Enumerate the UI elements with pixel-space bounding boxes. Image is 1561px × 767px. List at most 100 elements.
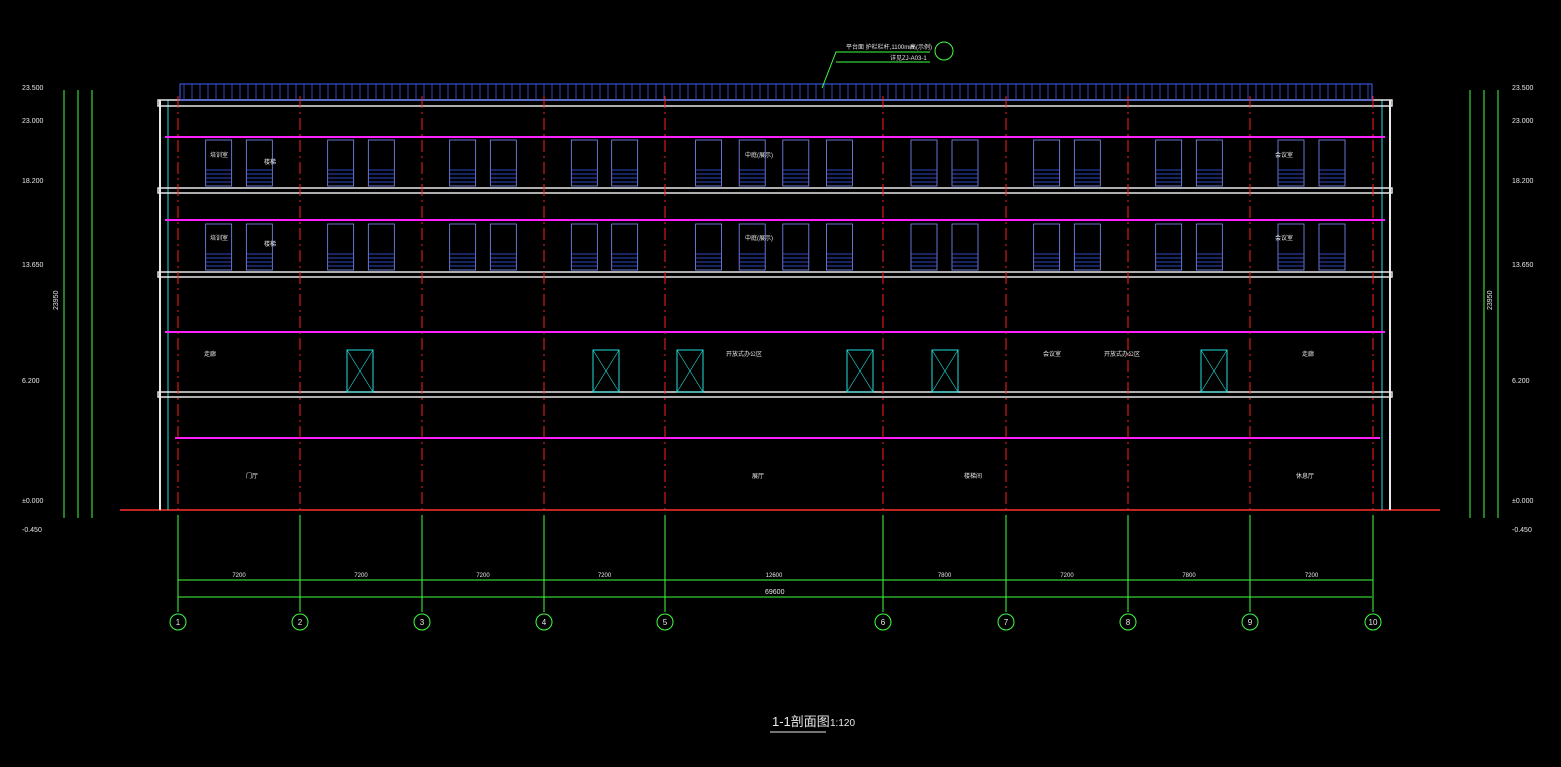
axis-label: 5	[663, 618, 668, 627]
span-dimension-text: 7200	[354, 573, 368, 579]
axis-label: 4	[542, 618, 547, 627]
roof-note-line1: 平台面 护栏栏杆,1100mm	[846, 43, 914, 51]
window-frame	[910, 139, 938, 187]
stair-label: 楼梯	[264, 158, 276, 166]
window-frame	[826, 223, 853, 271]
window-frame	[782, 223, 810, 271]
window-frame	[611, 223, 639, 271]
elev-right-2: 18.200	[1512, 178, 1534, 185]
span-dimensions: 7200 7200 7200 7200 12600 7800 7200 7800 7200	[178, 573, 1373, 581]
elev-right-1: 23.000	[1512, 118, 1534, 125]
elev-right-0: 23.500	[1512, 85, 1534, 92]
window-frame	[449, 223, 477, 271]
window-frame	[951, 139, 979, 187]
axis-label: 8	[1126, 618, 1131, 627]
window-frame	[327, 139, 355, 187]
window-frame	[782, 139, 810, 187]
window-frame	[205, 139, 233, 187]
span-dimension-text: 12600	[766, 573, 783, 579]
room-label: 会议室	[1275, 234, 1293, 242]
window-frame	[738, 139, 766, 187]
room-label: 中庭(展示)	[745, 234, 773, 242]
total-height-left: 23950	[53, 290, 60, 310]
window-frame	[205, 223, 233, 271]
elev-left-2: 18.200	[22, 178, 44, 185]
window-frame	[367, 139, 395, 187]
span-dimension-text: 7200	[1060, 573, 1074, 579]
window-frame	[826, 139, 853, 187]
window-frame	[695, 139, 722, 187]
room-labels: 门厅 展厅 楼梯间 休息厅 走廊 开放式办公区 会议室 开放式办公区 走廊 培训…	[204, 151, 1314, 480]
axis-label: 10	[1369, 618, 1378, 627]
axis-label: 7	[1004, 618, 1009, 627]
elev-right-6: -0.450	[1512, 527, 1532, 534]
room-label: 休息厅	[1296, 472, 1314, 480]
elev-left-5: ±0.000	[22, 498, 43, 505]
axis-lines	[177, 96, 1374, 510]
overall-dimension-text: 69600	[765, 589, 785, 596]
elev-right-3: 13.650	[1512, 262, 1534, 269]
drawing-title: 1-1剖面图	[772, 714, 830, 729]
room-label: 走廊	[204, 350, 216, 358]
window-frame	[570, 223, 598, 271]
elev-right-5: ±0.000	[1512, 498, 1533, 505]
window-frame	[611, 139, 639, 187]
elev-right-4: 6.200	[1512, 378, 1530, 385]
axis-label: 2	[298, 618, 303, 627]
window-frame	[1318, 139, 1346, 187]
room-label: 中庭(展示)	[745, 151, 773, 159]
drawing-title-block: 1-1剖面图 1:120	[770, 714, 855, 733]
elev-left-1: 23.000	[22, 118, 44, 125]
span-dimension-text: 7200	[476, 573, 490, 579]
elevation-markers-left: 23.500 23.000 18.200 13.650 6.200 ±0.000…	[22, 85, 60, 534]
span-dimension-text: 7200	[1305, 573, 1319, 579]
window-frame	[489, 139, 517, 187]
window-frame	[1195, 139, 1223, 187]
total-height-right: 23950	[1487, 290, 1494, 310]
axis-label: 9	[1248, 618, 1253, 627]
window-frame	[951, 223, 979, 271]
room-label: 会议室	[1043, 350, 1061, 358]
window-frame	[1033, 223, 1061, 271]
roof-note: 平台面 护栏栏杆,1100mm 详见ZJ-A03-1 高(示例)	[821, 41, 954, 89]
overall-dimension: 69600	[178, 589, 1372, 598]
window-elevations	[205, 139, 1346, 393]
room-label: 展厅	[752, 473, 764, 480]
axis-label: 1	[176, 618, 181, 627]
span-dimension-text: 7800	[1182, 573, 1196, 579]
window-frame	[1073, 139, 1101, 187]
axis-label: 6	[881, 618, 886, 627]
roof-note-tag: 高(示例)	[910, 43, 932, 51]
window-frame	[1195, 223, 1223, 271]
window-frame	[449, 139, 477, 187]
room-label: 走廊	[1302, 350, 1314, 358]
window-frame	[738, 223, 766, 271]
window-frame	[1277, 139, 1305, 187]
room-label: 培训室	[210, 234, 228, 242]
window-frame	[910, 223, 938, 271]
window-frame	[1318, 223, 1346, 271]
stair-label: 楼梯	[264, 240, 276, 248]
drawing-scale: 1:120	[830, 718, 855, 729]
room-label: 会议室	[1275, 151, 1293, 159]
roof-note-line2: 详见ZJ-A03-1	[890, 54, 927, 62]
elev-left-6: -0.450	[22, 527, 42, 534]
window-frame	[367, 223, 395, 271]
elev-left-4: 6.200	[22, 378, 40, 385]
window-frame	[327, 223, 355, 271]
span-dimension-text: 7800	[938, 573, 952, 579]
section-drawing: 1 2 3 4 5 6 7 8 9 10 7200 7200 7200 7200 12600 7800 720…	[22, 41, 1534, 733]
axis-label: 3	[420, 618, 425, 627]
roof-railing	[179, 83, 1373, 101]
room-label: 楼梯间	[964, 472, 982, 480]
elev-left-3: 13.650	[22, 262, 44, 269]
span-dimension-text: 7200	[598, 573, 612, 579]
room-label: 开放式办公区	[726, 350, 762, 358]
elevation-markers-right: 23.500 23.000 18.200 13.650 6.200 ±0.000…	[1487, 85, 1534, 534]
span-dimension-text: 7200	[232, 573, 246, 579]
window-frame	[1073, 223, 1101, 271]
window-frame	[1155, 223, 1183, 271]
window-frame	[489, 223, 517, 271]
elev-left-0: 23.500	[22, 85, 44, 92]
room-label: 门厅	[246, 472, 258, 480]
